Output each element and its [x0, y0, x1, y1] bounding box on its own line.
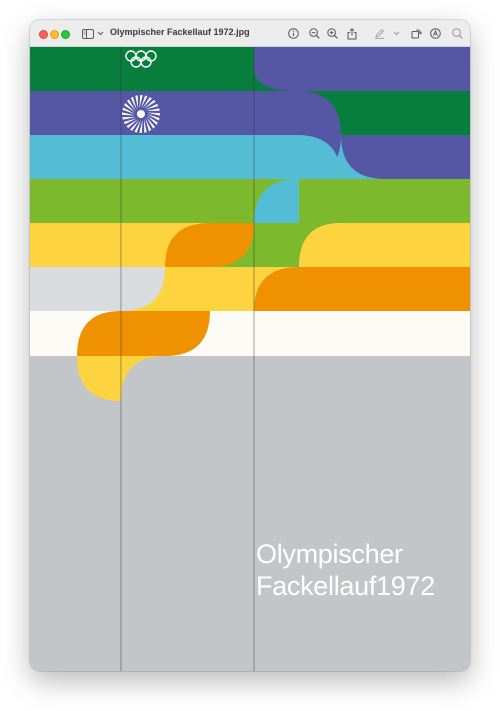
poster-title-line-1: Olympischer [256, 539, 403, 569]
markup-button[interactable] [372, 26, 386, 41]
chevron-down-icon [97, 31, 103, 36]
zoom-in-icon [326, 28, 338, 39]
markup-menu-button[interactable] [392, 26, 400, 41]
chevron-down-icon [393, 31, 399, 36]
zoom-out-button[interactable] [307, 26, 321, 41]
wave-violet [254, 47, 470, 91]
sidebar-toggle-button[interactable] [81, 26, 95, 41]
wave-light-grey [30, 267, 165, 311]
title-bar: Olympischer Fackellauf 1972.jpg [30, 20, 470, 47]
annotate-button[interactable] [428, 26, 442, 41]
share-button[interactable] [345, 26, 359, 41]
zoom-in-button[interactable] [325, 26, 339, 41]
window-title: Olympischer Fackellauf 1972.jpg [110, 27, 250, 37]
wave-orange-lower [77, 311, 210, 356]
wave-yellow-upper [299, 223, 470, 267]
info-button[interactable] [286, 26, 300, 41]
rotate-button[interactable] [409, 26, 423, 41]
poster-title-line-2: Fackellauf1972 [256, 571, 435, 601]
sidebar-icon [82, 28, 94, 39]
image-view[interactable]: Olympischer Fackellauf1972 [30, 47, 470, 671]
search-icon [451, 28, 463, 39]
close-window-button[interactable] [39, 30, 48, 39]
search-button[interactable] [450, 26, 464, 41]
zoom-out-icon [308, 28, 320, 39]
markup-circle-icon [429, 28, 441, 39]
sidebar-menu-button[interactable] [96, 26, 104, 41]
info-icon [287, 28, 299, 39]
wave-orange-right [254, 267, 470, 311]
markup-pen-icon [374, 28, 384, 39]
minimize-window-button[interactable] [50, 30, 59, 39]
olympic-sun-emblem [122, 95, 160, 133]
sun-core [137, 110, 145, 118]
rotate-icon [411, 29, 422, 39]
band-lime [30, 179, 470, 223]
share-icon [347, 27, 357, 39]
preview-window: Olympischer Fackellauf 1972.jpg Olympisc… [30, 20, 470, 671]
zoom-window-button[interactable] [61, 30, 70, 39]
poster-headline: Olympischer Fackellauf1972 [256, 538, 435, 602]
